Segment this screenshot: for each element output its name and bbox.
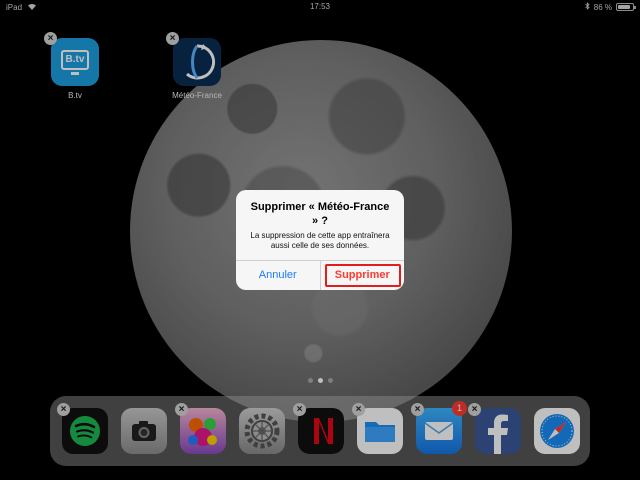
alert-message: La suppression de cette app entraînera a… — [250, 231, 390, 250]
delete-button[interactable]: Supprimer — [321, 261, 405, 290]
highlight-box — [324, 264, 401, 287]
alert-title: Supprimer « Météo-France » ? — [250, 201, 390, 227]
cancel-button[interactable]: Annuler — [236, 261, 321, 290]
alert-actions: Annuler Supprimer — [236, 260, 404, 290]
delete-app-alert: Supprimer « Météo-France » ? La suppress… — [236, 190, 404, 290]
